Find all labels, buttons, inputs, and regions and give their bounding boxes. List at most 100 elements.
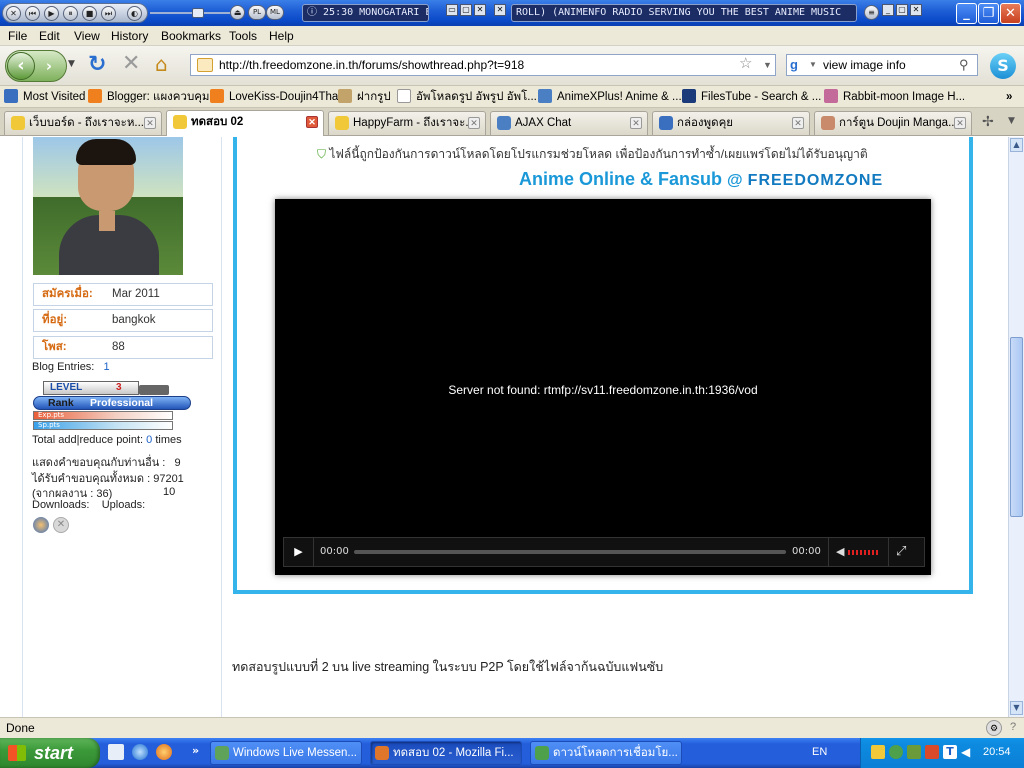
- scroll-thumb[interactable]: [1010, 337, 1023, 517]
- maximize-small-icon[interactable]: ▢: [896, 4, 908, 16]
- tab-webboard[interactable]: เว็บบอร์ด - ถึงเราจะห... ✕: [4, 111, 162, 135]
- minimize-button[interactable]: _: [956, 3, 977, 24]
- search-bar[interactable]: g ▼ view image info ⚲: [786, 54, 978, 76]
- task-firefox[interactable]: ทดสอบ 02 - Mozilla Fi...: [370, 741, 522, 765]
- quicklaunch-overflow-icon[interactable]: »: [192, 744, 199, 757]
- resize-grip-icon[interactable]: ?: [1010, 721, 1016, 733]
- stop-icon[interactable]: ■: [82, 6, 97, 21]
- search-engine-dropdown-icon[interactable]: ▼: [809, 55, 817, 75]
- menu-edit[interactable]: Edit: [39, 29, 60, 43]
- user-profile-icon[interactable]: [33, 517, 49, 533]
- seek-bar[interactable]: [354, 550, 786, 554]
- tab-close-icon[interactable]: ✕: [792, 117, 804, 129]
- history-dropdown-icon[interactable]: ▼: [68, 59, 75, 69]
- volume-level[interactable]: [848, 550, 878, 555]
- close-button[interactable]: ✕: [1000, 3, 1021, 24]
- language-indicator[interactable]: EN: [812, 746, 827, 758]
- internet-explorer-icon[interactable]: [132, 744, 148, 760]
- firefox-icon[interactable]: [156, 744, 172, 760]
- bookmark-most-visited[interactable]: Most Visited: [4, 89, 85, 105]
- skype-icon[interactable]: S: [990, 53, 1016, 79]
- menu-file[interactable]: File: [8, 29, 27, 43]
- bookmark-rabbit-moon[interactable]: Rabbit-moon Image H...: [824, 89, 965, 105]
- close-small-icon-2[interactable]: ✕: [910, 4, 922, 16]
- menu-help[interactable]: Help: [269, 29, 294, 43]
- offline-status-icon[interactable]: ✕: [53, 517, 69, 533]
- forward-button[interactable]: ›: [38, 56, 60, 76]
- menu-history[interactable]: History: [111, 29, 148, 43]
- bookmark-filestube[interactable]: FilesTube - Search & ...: [682, 89, 821, 105]
- tab-close-icon[interactable]: ✕: [954, 117, 966, 129]
- restore-small-icon[interactable]: ▢: [460, 4, 472, 16]
- tab-chatbox[interactable]: กล่องพูดคุย ✕: [652, 111, 810, 135]
- next-track-icon[interactable]: ⏭: [101, 6, 116, 21]
- bookmark-upload-image[interactable]: ฝากรูป: [338, 89, 391, 105]
- avatar[interactable]: [33, 137, 183, 275]
- play-button[interactable]: ▶: [284, 538, 314, 566]
- task-windows-live-messenger[interactable]: Windows Live Messen...: [210, 741, 362, 765]
- tab-close-icon[interactable]: ✕: [630, 117, 642, 129]
- play-icon[interactable]: ▶: [44, 6, 59, 21]
- vertical-scrollbar[interactable]: ▲ ▼: [1008, 137, 1024, 717]
- home-icon[interactable]: ⌂: [155, 52, 168, 76]
- addon-status-icon[interactable]: ⚙: [986, 720, 1002, 736]
- tray-messenger-icon[interactable]: [889, 745, 903, 759]
- back-button[interactable]: ‹: [7, 52, 35, 80]
- fullscreen-icon[interactable]: ⤢: [896, 538, 906, 566]
- bookmark-lovekiss[interactable]: LoveKiss-Doujin4Thai: [210, 89, 341, 105]
- bookmark-animexplus[interactable]: AnimeXPlus! Anime & ...: [538, 89, 682, 105]
- bookmarks-overflow-icon[interactable]: »: [1006, 89, 1012, 105]
- minimize-small-icon[interactable]: _: [882, 4, 894, 16]
- volume-icon[interactable]: ◐: [127, 6, 142, 21]
- tab-list-icon[interactable]: ▼: [1008, 116, 1015, 126]
- previous-track-icon[interactable]: ⏮: [25, 6, 40, 21]
- tray-security-icon[interactable]: [925, 745, 939, 759]
- bookmark-upload-photo[interactable]: อัพโหลดรูป อัพรูป อัพโ...: [397, 89, 537, 105]
- menu-tools[interactable]: Tools: [229, 29, 257, 43]
- bookmark-star-icon[interactable]: ☆: [739, 54, 752, 74]
- stop-load-icon[interactable]: ✕: [122, 51, 140, 76]
- volume-slider[interactable]: [150, 8, 240, 18]
- start-button[interactable]: start: [0, 738, 100, 768]
- scroll-up-icon[interactable]: ▲: [1010, 138, 1023, 152]
- tray-app-icon[interactable]: [871, 745, 885, 759]
- tray-volume-icon[interactable]: ◀: [961, 745, 975, 759]
- menu-icon[interactable]: ≡: [864, 5, 879, 20]
- scroll-down-icon[interactable]: ▼: [1010, 701, 1023, 715]
- new-tab-icon[interactable]: ✢: [982, 114, 994, 130]
- tab-doujin-manga[interactable]: การ์ตูน Doujin Manga... ✕: [814, 111, 972, 135]
- tab-favicon-icon: [659, 116, 673, 130]
- bookmark-blogger[interactable]: Blogger: แผงควบคุม: [88, 89, 210, 105]
- tab-close-icon[interactable]: ✕: [468, 117, 480, 129]
- tab-close-icon[interactable]: ✕: [144, 117, 156, 129]
- tray-t-icon[interactable]: T: [943, 745, 957, 759]
- google-icon[interactable]: g: [790, 57, 806, 73]
- menu-bookmarks[interactable]: Bookmarks: [161, 29, 221, 43]
- reload-icon[interactable]: ↻: [88, 52, 106, 77]
- tab-ajax-chat[interactable]: AJAX Chat ✕: [490, 111, 648, 135]
- show-desktop-icon[interactable]: [108, 744, 124, 760]
- close-small-icon[interactable]: ✕: [474, 4, 486, 16]
- media-library-button[interactable]: ML: [266, 5, 284, 20]
- task-downloads[interactable]: ดาวน์โหลดการเชื่อมโย...: [530, 741, 682, 765]
- tab-happyfarm[interactable]: HappyFarm - ถึงเราจะ... ✕: [328, 111, 486, 135]
- search-icon[interactable]: ⚲: [959, 55, 969, 75]
- video-player[interactable]: Server not found: rtmfp://sv11.freedomzo…: [275, 199, 931, 575]
- playlist-button[interactable]: PL: [248, 5, 266, 20]
- eject-icon[interactable]: ⏏: [230, 5, 245, 20]
- url-dropdown-icon[interactable]: ▼: [763, 55, 772, 75]
- radio-close-icon[interactable]: ✕: [494, 4, 506, 16]
- blog-entries-link[interactable]: 1: [104, 361, 110, 373]
- shade-icon[interactable]: ▭: [446, 4, 458, 16]
- search-text: view image info: [823, 58, 906, 72]
- tab-test-02[interactable]: ทดสอบ 02 ✕: [166, 110, 324, 136]
- tab-close-icon[interactable]: ✕: [306, 116, 318, 128]
- tray-network-icon[interactable]: [907, 745, 921, 759]
- close-media-icon[interactable]: ✕: [6, 6, 21, 21]
- menu-view[interactable]: View: [74, 29, 100, 43]
- volume-icon[interactable]: ◀: [836, 538, 844, 566]
- url-bar[interactable]: http://th.freedomzone.in.th/forums/showt…: [190, 54, 776, 76]
- player-error-message: Server not found: rtmfp://sv11.freedomzo…: [448, 383, 758, 397]
- pause-icon[interactable]: ⏸: [63, 6, 78, 21]
- maximize-button[interactable]: ❐: [978, 3, 999, 24]
